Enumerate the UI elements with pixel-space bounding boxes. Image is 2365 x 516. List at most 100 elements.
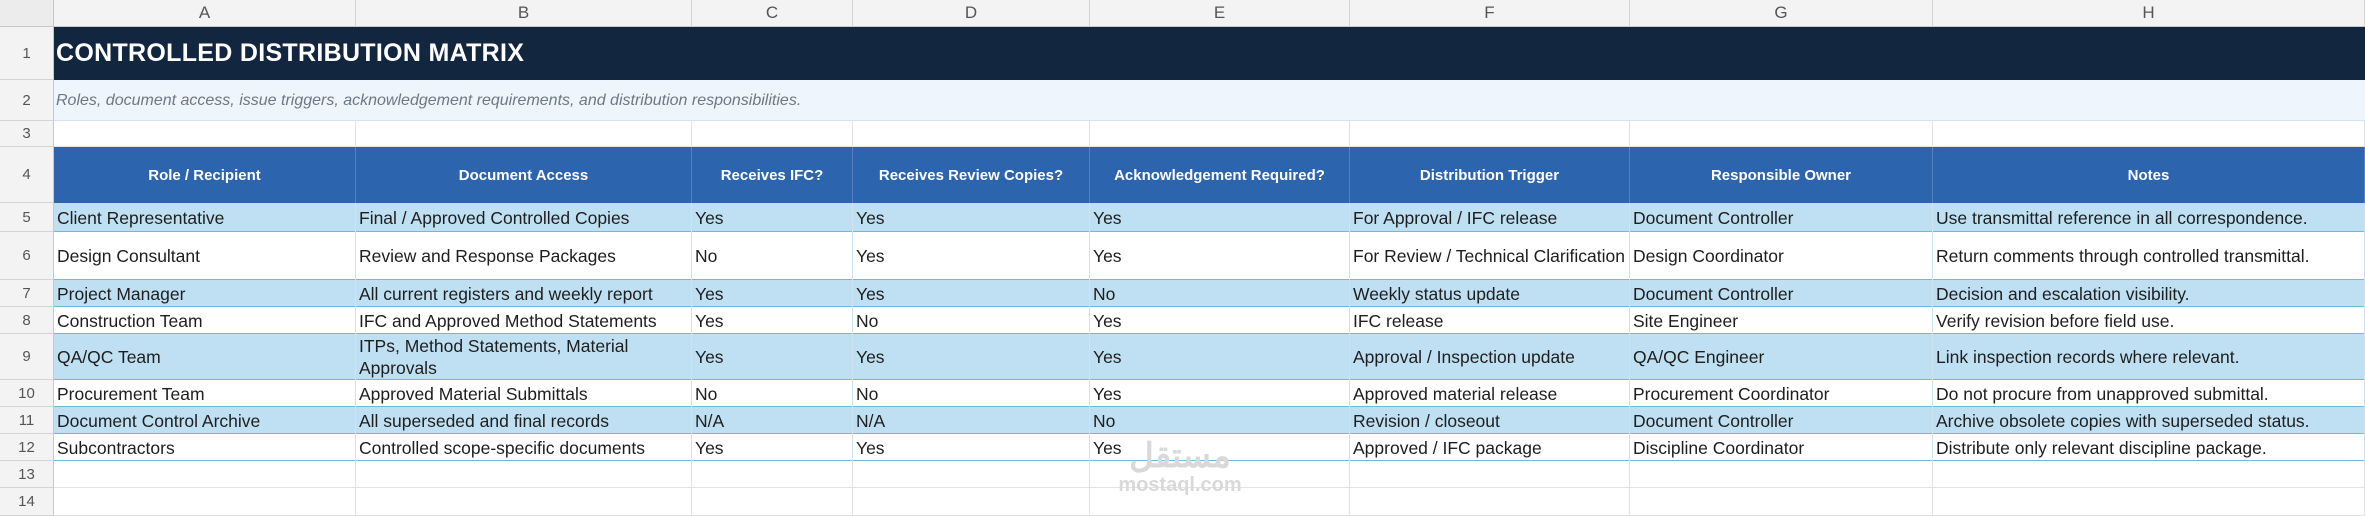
table-cell[interactable]: Project Manager [54,280,356,307]
table-cell[interactable]: Yes [692,280,853,307]
table-cell[interactable]: Weekly status update [1350,280,1630,307]
table-cell[interactable]: Archive obsolete copies with superseded … [1933,407,2365,434]
row-header-9[interactable]: 9 [0,334,54,380]
table-cell[interactable]: Approved / IFC package [1350,434,1630,461]
table-cell[interactable]: No [853,307,1090,334]
empty-cell[interactable] [1630,488,1933,516]
table-cell[interactable]: Yes [853,434,1090,461]
table-cell[interactable]: Revision / closeout [1350,407,1630,434]
table-cell[interactable]: No [1090,407,1350,434]
table-cell[interactable]: ITPs, Method Statements, Material Approv… [356,334,692,380]
table-cell[interactable]: Yes [692,334,853,380]
table-cell[interactable]: Yes [1090,203,1350,232]
empty-cell[interactable] [853,488,1090,516]
table-cell[interactable]: Verify revision before field use. [1933,307,2365,334]
empty-cell[interactable] [1090,488,1350,516]
empty-cell[interactable] [1090,461,1350,488]
row-header-14[interactable]: 14 [0,488,54,516]
table-cell[interactable]: Return comments through controlled trans… [1933,232,2365,280]
table-cell[interactable]: Yes [1090,380,1350,407]
column-header-e[interactable]: E [1090,0,1350,27]
table-cell[interactable]: QA/QC Engineer [1630,334,1933,380]
empty-cell[interactable] [356,461,692,488]
table-cell[interactable]: Document Controller [1630,407,1933,434]
row-header-2[interactable]: 2 [0,80,54,121]
table-cell[interactable]: Document Controller [1630,280,1933,307]
table-cell[interactable]: For Approval / IFC release [1350,203,1630,232]
table-cell[interactable]: N/A [692,407,853,434]
column-title-7[interactable]: Notes [1933,147,2365,203]
column-title-1[interactable]: Document Access [356,147,692,203]
table-cell[interactable]: Construction Team [54,307,356,334]
table-cell[interactable]: Document Controller [1630,203,1933,232]
column-title-6[interactable]: Responsible Owner [1630,147,1933,203]
table-cell[interactable]: QA/QC Team [54,334,356,380]
column-header-d[interactable]: D [853,0,1090,27]
table-cell[interactable]: Controlled scope-specific documents [356,434,692,461]
empty-cell[interactable] [1933,121,2365,147]
table-cell[interactable]: Yes [1090,307,1350,334]
column-title-0[interactable]: Role / Recipient [54,147,356,203]
empty-cell[interactable] [692,488,853,516]
empty-cell[interactable] [1933,488,2365,516]
empty-cell[interactable] [1090,121,1350,147]
row-header-8[interactable]: 8 [0,307,54,334]
row-header-10[interactable]: 10 [0,380,54,407]
table-cell[interactable]: Yes [853,232,1090,280]
empty-cell[interactable] [692,121,853,147]
column-header-c[interactable]: C [692,0,853,27]
row-header-4[interactable]: 4 [0,147,54,203]
row-header-12[interactable]: 12 [0,434,54,461]
table-cell[interactable]: Yes [1090,334,1350,380]
table-cell[interactable]: Site Engineer [1630,307,1933,334]
table-cell[interactable]: Document Control Archive [54,407,356,434]
table-cell[interactable]: Approved material release [1350,380,1630,407]
select-all-corner[interactable] [0,0,54,27]
table-cell[interactable]: Subcontractors [54,434,356,461]
row-header-3[interactable]: 3 [0,121,54,147]
table-cell[interactable]: IFC release [1350,307,1630,334]
empty-cell[interactable] [54,488,356,516]
table-cell[interactable]: All current registers and weekly report [356,280,692,307]
table-cell[interactable]: Approval / Inspection update [1350,334,1630,380]
column-header-h[interactable]: H [1933,0,2365,27]
row-header-11[interactable]: 11 [0,407,54,434]
empty-cell[interactable] [1350,461,1630,488]
table-cell[interactable]: Design Consultant [54,232,356,280]
empty-cell[interactable] [1630,121,1933,147]
table-cell[interactable]: Procurement Team [54,380,356,407]
table-cell[interactable]: Yes [853,203,1090,232]
column-header-a[interactable]: A [54,0,356,27]
table-cell[interactable]: No [692,232,853,280]
table-cell[interactable]: Yes [692,434,853,461]
table-cell[interactable]: IFC and Approved Method Statements [356,307,692,334]
table-cell[interactable]: Approved Material Submittals [356,380,692,407]
table-cell[interactable]: Use transmittal reference in all corresp… [1933,203,2365,232]
table-cell[interactable]: Procurement Coordinator [1630,380,1933,407]
empty-cell[interactable] [1350,121,1630,147]
table-cell[interactable]: Yes [692,203,853,232]
empty-cell[interactable] [356,488,692,516]
empty-cell[interactable] [853,461,1090,488]
column-title-3[interactable]: Receives Review Copies? [853,147,1090,203]
table-cell[interactable]: Decision and escalation visibility. [1933,280,2365,307]
table-cell[interactable]: No [1090,280,1350,307]
column-title-4[interactable]: Acknowledgement Required? [1090,147,1350,203]
table-cell[interactable]: Discipline Coordinator [1630,434,1933,461]
table-cell[interactable]: Yes [692,307,853,334]
column-header-f[interactable]: F [1350,0,1630,27]
table-cell[interactable]: Do not procure from unapproved submittal… [1933,380,2365,407]
empty-cell[interactable] [356,121,692,147]
table-cell[interactable]: Yes [1090,232,1350,280]
empty-cell[interactable] [1350,488,1630,516]
empty-cell[interactable] [692,461,853,488]
table-cell[interactable]: No [692,380,853,407]
empty-cell[interactable] [54,121,356,147]
table-cell[interactable]: Yes [853,334,1090,380]
row-header-5[interactable]: 5 [0,203,54,232]
table-cell[interactable]: Design Coordinator [1630,232,1933,280]
empty-cell[interactable] [1630,461,1933,488]
row-header-13[interactable]: 13 [0,461,54,488]
empty-cell[interactable] [1933,461,2365,488]
table-cell[interactable]: All superseded and final records [356,407,692,434]
